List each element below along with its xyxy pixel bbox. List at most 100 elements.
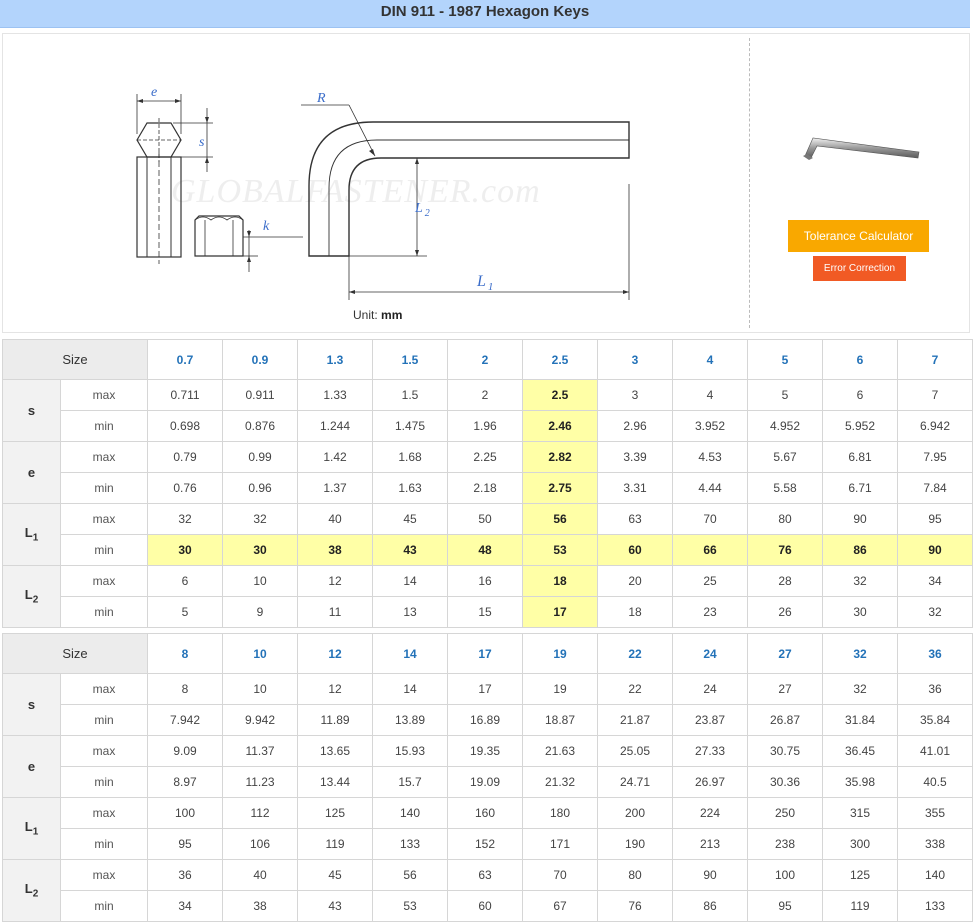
value-cell: 56	[522, 503, 599, 535]
value-cell: 250	[747, 797, 824, 829]
value-cell: 8.97	[147, 766, 224, 798]
dim-label-e: e	[151, 85, 157, 100]
value-cell: 95	[747, 890, 824, 922]
table-row: min 0.698 0.876 1.244 1.475 1.96 2.46 2.96 3.952…	[3, 410, 974, 442]
value-cell: 23	[672, 596, 749, 628]
size-header-cell: 17	[447, 633, 524, 674]
value-cell: 17	[447, 673, 524, 705]
value-cell: 338	[897, 828, 974, 860]
value-cell: 56	[372, 859, 449, 891]
unit-label-text: Unit:	[353, 308, 378, 322]
value-cell: 3	[597, 379, 674, 411]
value-cell: 9.942	[222, 704, 299, 736]
value-cell: 112	[222, 797, 299, 829]
value-cell: 32	[147, 503, 224, 535]
table-row: min 95 106 119 133 152 171 190 213 238 300 338	[3, 828, 974, 860]
error-correction-button[interactable]: Error Correction	[813, 256, 906, 281]
value-cell: 20	[597, 565, 674, 597]
param-subscript: 1	[32, 826, 39, 838]
size-header-cell: 2	[447, 339, 524, 380]
value-cell: 60	[447, 890, 524, 922]
size-header-cell: 0.9	[222, 339, 299, 380]
param-s-label: s	[2, 673, 61, 736]
limit-label-max: max	[59, 673, 149, 705]
size-header-cell: 19	[522, 633, 599, 674]
figure-panel: GLOBALFASTENER.com e s k R L 2 L 1 Unit:…	[2, 33, 970, 333]
value-cell: 5.952	[822, 410, 899, 442]
limit-label-min: min	[59, 410, 149, 442]
value-cell: 8	[147, 673, 224, 705]
value-cell: 4.44	[672, 472, 749, 504]
watermark: GLOBALFASTENER.com	[171, 173, 541, 210]
value-cell: 16.89	[447, 704, 524, 736]
tolerance-calculator-button[interactable]: Tolerance Calculator	[788, 220, 929, 252]
page-title: DIN 911 - 1987 Hexagon Keys	[0, 0, 970, 28]
param-symbol: L	[24, 587, 33, 603]
value-cell: 125	[297, 797, 374, 829]
value-cell: 19	[522, 673, 599, 705]
table-row: min 5 9 11 13 15 17 18 23 26 30 32	[3, 596, 974, 628]
size-header-cell: 2.5	[522, 339, 599, 380]
value-cell: 11	[297, 596, 374, 628]
size-header-cell: 12	[297, 633, 374, 674]
value-cell: 26	[747, 596, 824, 628]
value-cell: 16	[447, 565, 524, 597]
limit-label-min: min	[59, 890, 149, 922]
value-cell: 1.37	[297, 472, 374, 504]
value-cell: 2.25	[447, 441, 524, 473]
value-cell: 66	[672, 534, 749, 566]
value-cell: 2	[447, 379, 524, 411]
chamfer-detail	[194, 215, 244, 257]
value-cell: 1.5	[372, 379, 449, 411]
param-subscript: 1	[32, 532, 39, 544]
value-cell: 28	[747, 565, 824, 597]
value-cell: 4.952	[747, 410, 824, 442]
value-cell: 32	[822, 673, 899, 705]
limit-label-max: max	[59, 797, 149, 829]
value-cell: 0.711	[147, 379, 224, 411]
limit-label-max: max	[59, 503, 149, 535]
value-cell: 45	[372, 503, 449, 535]
value-cell: 9.09	[147, 735, 224, 767]
value-cell: 0.876	[222, 410, 299, 442]
size-header-cell: 14	[372, 633, 449, 674]
value-cell: 27	[747, 673, 824, 705]
value-cell: 5.58	[747, 472, 824, 504]
value-cell: 19.35	[447, 735, 524, 767]
param-e-label: e	[2, 735, 61, 798]
param-e-label: e	[2, 441, 61, 504]
value-cell: 30.75	[747, 735, 824, 767]
value-cell: 26.87	[747, 704, 824, 736]
limit-label-max: max	[59, 379, 149, 411]
value-cell: 171	[522, 828, 599, 860]
value-cell: 70	[672, 503, 749, 535]
param-l2-label: L2	[2, 859, 61, 922]
value-cell: 48	[447, 534, 524, 566]
table-row: min 0.76 0.96 1.37 1.63 2.18 2.75 3.31 4.44 5.58 6…	[3, 472, 974, 504]
value-cell: 7.95	[897, 441, 974, 473]
value-cell: 53	[372, 890, 449, 922]
param-symbol: L	[24, 525, 33, 541]
value-cell: 35.98	[822, 766, 899, 798]
size-header-cell: 22	[597, 633, 674, 674]
value-cell: 11.23	[222, 766, 299, 798]
param-s-label: s	[2, 379, 61, 442]
value-cell: 35.84	[897, 704, 974, 736]
table-row: L2 max 36 40 45 56 63 70 80 90 100 125 140	[2, 859, 974, 922]
param-symbol: L	[24, 881, 33, 897]
value-cell: 80	[747, 503, 824, 535]
value-cell: 12	[297, 565, 374, 597]
table-row: min 7.942 9.942 11.89 13.89 16.89 18.87 21.87 23…	[3, 704, 974, 736]
value-cell: 238	[747, 828, 824, 860]
value-cell: 125	[822, 859, 899, 891]
value-cell: 5	[147, 596, 224, 628]
param-subscript: 2	[32, 594, 39, 606]
value-cell: 60	[597, 534, 674, 566]
spec-table-1: Size 0.7 0.9 1.3 1.5 2 2.5 3 4 5 6 7 s max 0.711 0.911 1…	[1, 339, 974, 628]
limit-label-max: max	[59, 859, 149, 891]
table-row: e max 0.79 0.99 1.42 1.68 2.25 2.82 3.39 4.53 5.67…	[2, 441, 974, 504]
value-cell: 3.39	[597, 441, 674, 473]
param-subscript: 2	[32, 888, 39, 900]
dim-label-s: s	[199, 135, 205, 150]
size-header-cell: 24	[672, 633, 749, 674]
